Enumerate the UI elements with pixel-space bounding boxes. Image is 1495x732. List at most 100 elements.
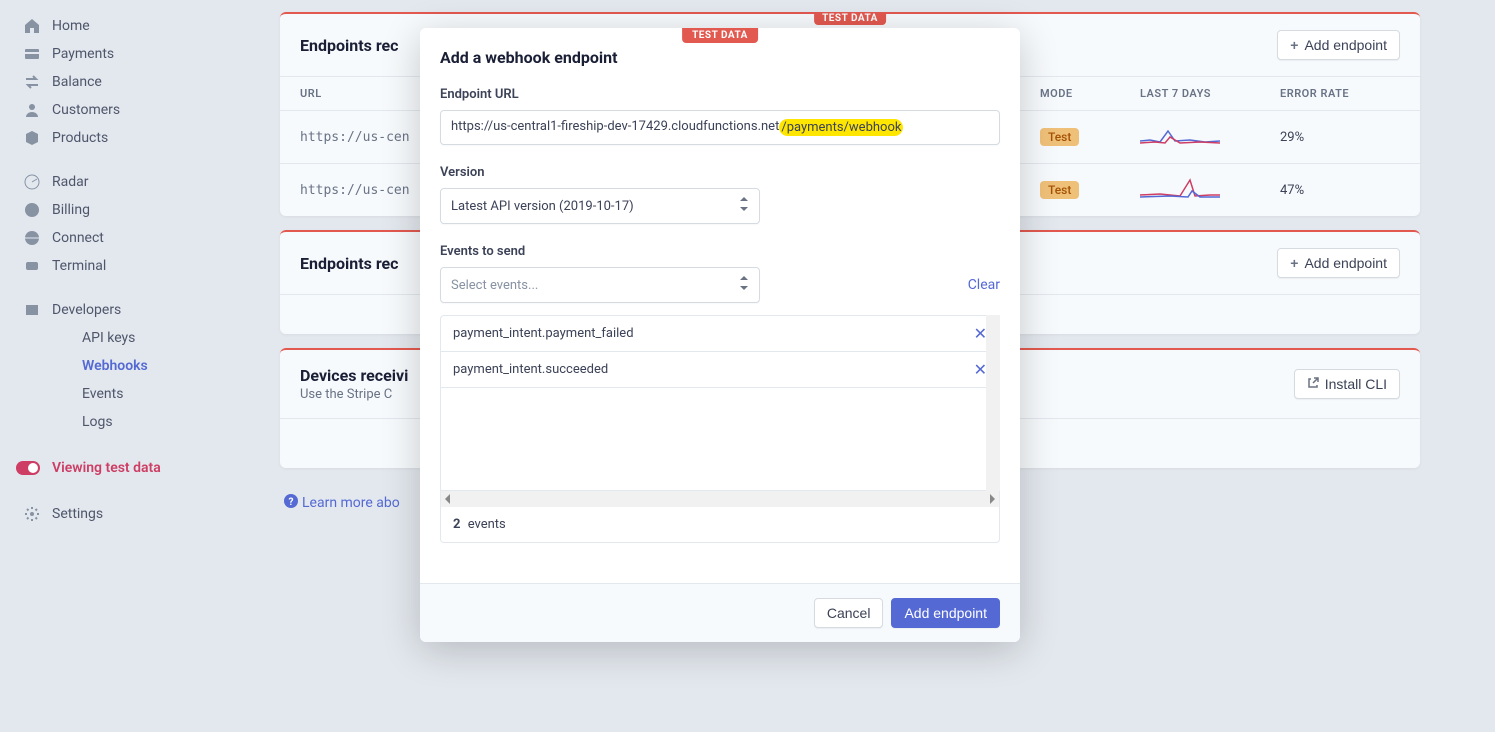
select-placeholder: Select events... <box>451 278 538 293</box>
nav-balance[interactable]: Balance <box>0 68 260 96</box>
add-endpoint-submit-button[interactable]: Add endpoint <box>891 598 1000 628</box>
event-item: payment_intent.payment_failed ✕ <box>441 316 999 352</box>
panel-subtitle: Use the Stripe C <box>300 387 408 402</box>
nav-label: Customers <box>52 102 120 118</box>
nav-label: Balance <box>52 74 102 90</box>
add-webhook-modal: TEST DATA Add a webhook endpoint Endpoin… <box>420 28 1020 642</box>
button-label: Cancel <box>827 605 871 621</box>
box-icon <box>24 130 40 146</box>
connect-icon <box>24 230 40 246</box>
button-label: Install CLI <box>1325 376 1387 392</box>
col-error: ERROR RATE <box>1280 87 1400 100</box>
radar-icon <box>24 174 40 190</box>
event-item: payment_intent.succeeded ✕ <box>441 352 999 388</box>
input-value-highlight: /payments/webhook <box>779 119 903 136</box>
sparkline <box>1140 176 1280 204</box>
mode-badge: Test <box>1040 128 1079 146</box>
nav-payments[interactable]: Payments <box>0 40 260 68</box>
toggle-switch-icon <box>16 461 40 475</box>
nav-label: Developers <box>52 302 121 318</box>
plus-icon: + <box>1290 255 1298 271</box>
cancel-button[interactable]: Cancel <box>814 598 884 628</box>
nav-label: Settings <box>52 506 103 522</box>
nav-label: Radar <box>52 174 89 190</box>
col-last7: LAST 7 DAYS <box>1140 87 1280 100</box>
nav-label: Payments <box>52 46 114 62</box>
button-label: Add endpoint <box>1304 255 1387 271</box>
version-select[interactable]: Latest API version (2019-10-17) <box>440 188 760 224</box>
plus-icon: + <box>1290 37 1298 53</box>
clear-events-link[interactable]: Clear <box>968 277 1000 293</box>
nav-developers[interactable]: Developers <box>0 296 260 324</box>
event-list[interactable]: payment_intent.payment_failed ✕ payment_… <box>440 315 1000 491</box>
nav-products[interactable]: Products <box>0 124 260 152</box>
svg-text:?: ? <box>289 497 294 508</box>
link-label: Learn more abo <box>302 495 400 511</box>
nav-logs[interactable]: Logs <box>0 408 260 436</box>
endpoint-url-input[interactable]: https://us-central1-fireship-dev-17429.c… <box>440 110 1000 145</box>
nav-api-keys[interactable]: API keys <box>0 324 260 352</box>
event-count-label: events <box>468 517 506 532</box>
endpoint-url-field: Endpoint URL https://us-central1-fireshi… <box>440 87 1000 145</box>
nav-connect[interactable]: Connect <box>0 224 260 252</box>
chevron-updown-icon <box>739 276 749 294</box>
events-field: Events to send Select events... Clear pa… <box>440 244 1000 543</box>
input-value-prefix: https://us-central1-fireship-dev-17429.c… <box>451 119 779 136</box>
add-endpoint-button[interactable]: + Add endpoint <box>1277 248 1400 278</box>
external-link-icon <box>1307 376 1319 392</box>
nav-label: Connect <box>52 230 104 246</box>
mode-badge: Test <box>1040 181 1079 199</box>
sidebar: Home Payments Balance Customers Products… <box>0 0 260 732</box>
add-endpoint-button[interactable]: + Add endpoint <box>1277 30 1400 60</box>
event-name: payment_intent.payment_failed <box>453 326 634 341</box>
panel-title: Endpoints rec <box>300 36 399 55</box>
nav-billing[interactable]: Billing <box>0 196 260 224</box>
code-icon <box>24 302 40 318</box>
install-cli-button[interactable]: Install CLI <box>1294 369 1400 399</box>
remove-event-button[interactable]: ✕ <box>974 360 987 379</box>
event-name: payment_intent.succeeded <box>453 362 608 377</box>
nav-webhooks[interactable]: Webhooks <box>0 352 260 380</box>
nav-radar[interactable]: Radar <box>0 168 260 196</box>
select-value: Latest API version (2019-10-17) <box>451 199 634 214</box>
horizontal-scrollbar[interactable] <box>440 491 1000 507</box>
nav-home[interactable]: Home <box>0 12 260 40</box>
button-label: Add endpoint <box>1304 37 1387 53</box>
nav-label: API keys <box>82 330 135 346</box>
nav-customers[interactable]: Customers <box>0 96 260 124</box>
test-toggle-label: Viewing test data <box>52 460 161 476</box>
nav-label: Products <box>52 130 108 146</box>
nav-label: Webhooks <box>82 358 148 374</box>
panel-title: Devices receivi <box>300 366 408 385</box>
event-count-number: 2 <box>453 517 460 532</box>
panel-title: Endpoints rec <box>300 254 399 273</box>
modal-title: Add a webhook endpoint <box>440 48 1000 67</box>
nav-label: Terminal <box>52 258 106 274</box>
events-select[interactable]: Select events... <box>440 267 760 303</box>
test-data-badge: TEST DATA <box>814 12 886 25</box>
test-data-badge: TEST DATA <box>682 28 758 43</box>
test-data-toggle[interactable]: Viewing test data <box>0 452 260 484</box>
nav-settings[interactable]: Settings <box>0 500 260 528</box>
cell-error: 47% <box>1280 183 1400 198</box>
field-label: Events to send <box>440 244 1000 259</box>
info-icon: ? <box>284 494 298 512</box>
nav-events[interactable]: Events <box>0 380 260 408</box>
button-label: Add endpoint <box>904 605 987 621</box>
nav-label: Events <box>82 386 123 402</box>
modal-footer: Cancel Add endpoint <box>420 583 1020 642</box>
sparkline <box>1140 123 1280 151</box>
cell-error: 29% <box>1280 130 1400 145</box>
scrollbar[interactable] <box>986 315 1000 491</box>
learn-more-link[interactable]: ? Learn more abo <box>280 482 404 524</box>
clock-icon <box>24 202 40 218</box>
nav-label: Home <box>52 18 90 34</box>
terminal-icon <box>24 258 40 274</box>
nav-label: Billing <box>52 202 90 218</box>
home-icon <box>24 18 40 34</box>
version-field: Version Latest API version (2019-10-17) <box>440 165 1000 224</box>
transfer-icon <box>24 74 40 90</box>
nav-label: Logs <box>82 414 113 430</box>
nav-terminal[interactable]: Terminal <box>0 252 260 280</box>
remove-event-button[interactable]: ✕ <box>974 324 987 343</box>
